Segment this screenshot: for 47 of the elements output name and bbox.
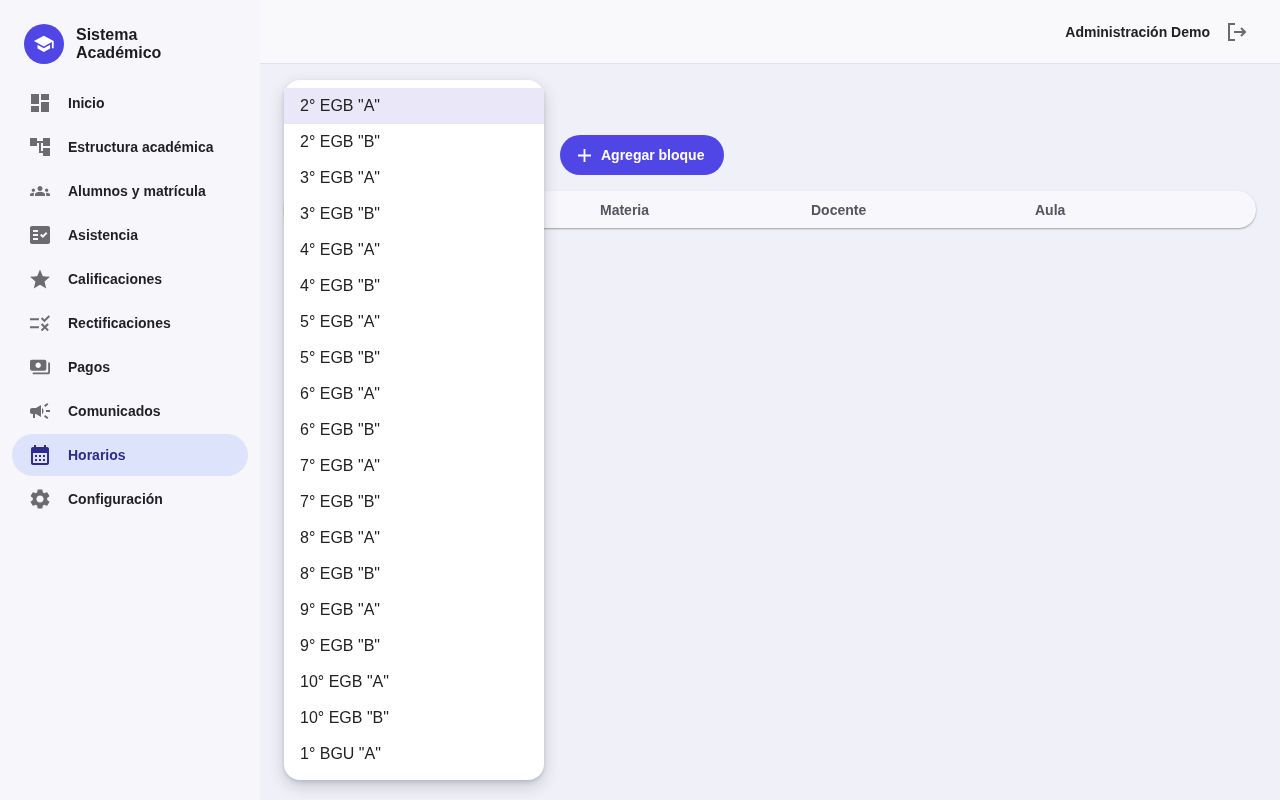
- dropdown-option[interactable]: 6° EGB "B": [284, 412, 544, 448]
- dropdown-option[interactable]: 6° EGB "A": [284, 376, 544, 412]
- dashboard-icon: [30, 93, 50, 113]
- sidebar-item[interactable]: Calificaciones: [12, 258, 248, 300]
- column-header: Docente: [811, 201, 867, 218]
- dropdown-option[interactable]: 8° EGB "B": [284, 556, 544, 592]
- dropdown-option[interactable]: 10° EGB "B": [284, 700, 544, 736]
- dropdown-option[interactable]: 2° EGB "A": [284, 88, 544, 124]
- column-header: Aula: [1035, 201, 1066, 218]
- plus-icon: [578, 148, 591, 162]
- dropdown-option[interactable]: 9° EGB "A": [284, 592, 544, 628]
- sidebar-item[interactable]: Inicio: [12, 82, 248, 124]
- dropdown-option[interactable]: 4° EGB "A": [284, 232, 544, 268]
- sidebar-item[interactable]: Rectificaciones: [12, 302, 248, 344]
- checklist-icon: [30, 225, 50, 245]
- dropdown-option[interactable]: 10° EGB "A": [284, 664, 544, 700]
- cash-icon: [30, 357, 50, 377]
- user-name: Administración Demo: [1065, 23, 1210, 40]
- sidebar-item[interactable]: Horarios: [12, 434, 248, 476]
- dropdown-option[interactable]: 5° EGB "B": [284, 340, 544, 376]
- dropdown-option[interactable]: 7° EGB "A": [284, 448, 544, 484]
- sidebar-item[interactable]: Pagos: [12, 346, 248, 388]
- add-block-button[interactable]: Agregar bloque: [560, 135, 725, 175]
- sidebar-item[interactable]: Comunicados: [12, 390, 248, 432]
- dropdown-option[interactable]: 8° EGB "A": [284, 520, 544, 556]
- dropdown-option[interactable]: 7° EGB "B": [284, 484, 544, 520]
- dropdown-option[interactable]: 3° EGB "B": [284, 196, 544, 232]
- sidebar-item[interactable]: Estructura académica: [12, 126, 248, 168]
- calendar-icon: [30, 445, 50, 465]
- logout-icon[interactable]: [1226, 21, 1248, 42]
- settings-icon: [30, 489, 50, 509]
- dropdown-option[interactable]: 1° BGU "A": [284, 736, 544, 772]
- star-icon: [30, 269, 50, 289]
- dropdown-option[interactable]: 9° EGB "B": [284, 628, 544, 664]
- dropdown-option[interactable]: 5° EGB "A": [284, 304, 544, 340]
- column-header: Materia: [600, 201, 650, 218]
- sidebar-item[interactable]: Configuración: [12, 478, 248, 520]
- sidebar-item[interactable]: Alumnos y matrícula: [12, 170, 248, 212]
- check-cross-list-icon: [30, 313, 50, 333]
- dropdown-option[interactable]: 4° EGB "B": [284, 268, 544, 304]
- app-title: Sistema Académico: [76, 26, 163, 62]
- megaphone-icon: [30, 401, 50, 421]
- dropdown-option[interactable]: 2° EGB "B": [284, 124, 544, 160]
- sidebar-item[interactable]: Asistencia: [12, 214, 248, 256]
- mortarboard-logo-icon: [24, 24, 64, 64]
- dropdown-option[interactable]: 3° EGB "A": [284, 160, 544, 196]
- hierarchy-icon: [30, 137, 50, 157]
